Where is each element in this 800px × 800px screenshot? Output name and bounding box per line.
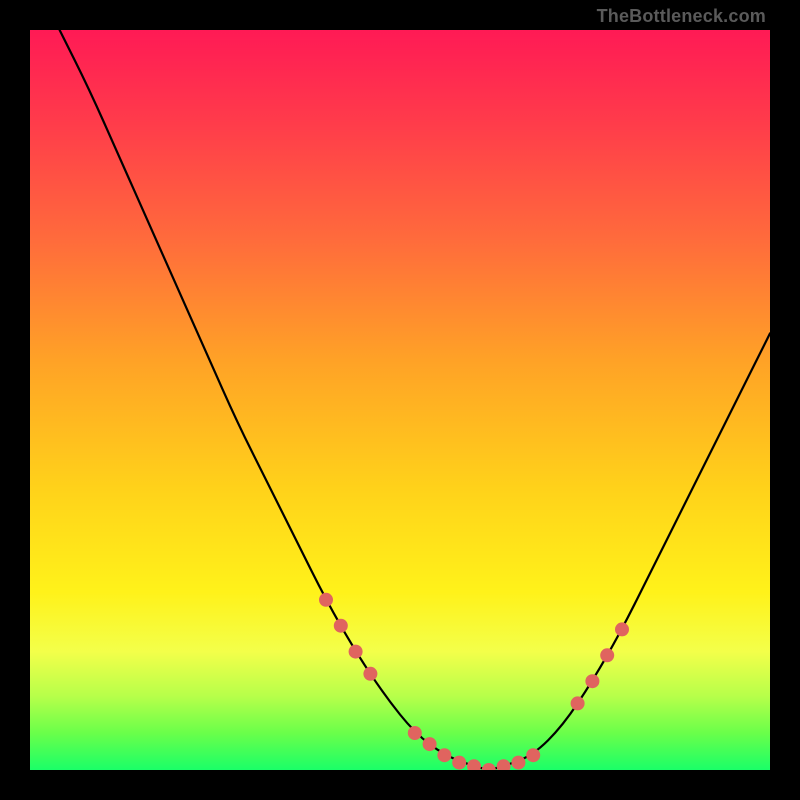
curve-marker: [571, 696, 585, 710]
bottleneck-curve-line: [60, 30, 770, 769]
curve-marker: [497, 759, 511, 770]
curve-marker: [615, 622, 629, 636]
curve-markers: [319, 593, 629, 770]
curve-marker: [511, 756, 525, 770]
curve-marker: [423, 737, 437, 751]
watermark-label: TheBottleneck.com: [597, 6, 766, 27]
curve-marker: [482, 763, 496, 770]
curve-marker: [467, 759, 481, 770]
curve-marker: [437, 748, 451, 762]
bottleneck-chart: [30, 30, 770, 770]
curve-marker: [452, 756, 466, 770]
curve-marker: [349, 645, 363, 659]
curve-marker: [408, 726, 422, 740]
chart-frame: [30, 30, 770, 770]
curve-marker: [600, 648, 614, 662]
curve-marker: [585, 674, 599, 688]
curve-marker: [363, 667, 377, 681]
curve-marker: [526, 748, 540, 762]
curve-marker: [319, 593, 333, 607]
curve-marker: [334, 619, 348, 633]
